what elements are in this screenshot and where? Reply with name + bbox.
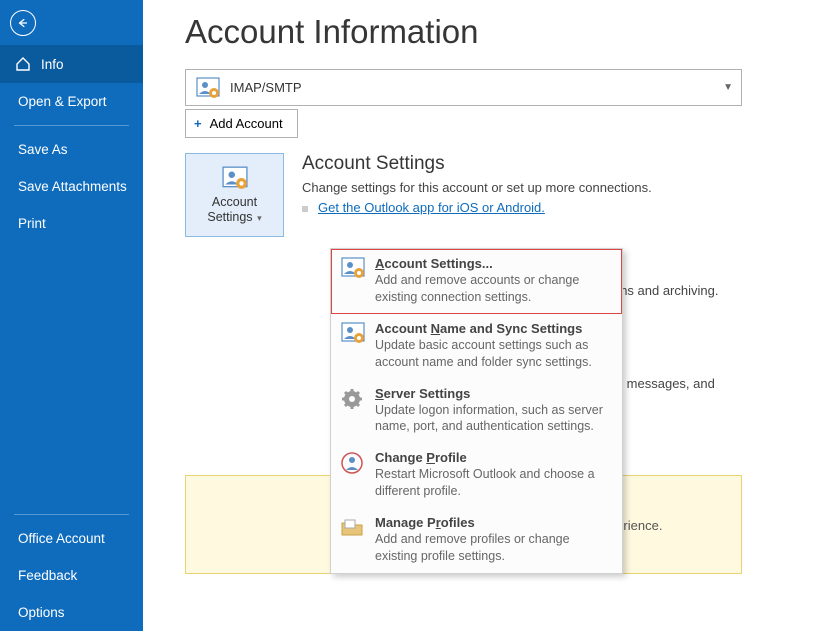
sidebar-divider	[14, 125, 129, 126]
account-selector-value: IMAP/SMTP	[230, 80, 302, 95]
menu-item-description: Update basic account settings such as ac…	[375, 337, 612, 371]
menu-item-text: Change Profile Restart Microsoft Outlook…	[375, 450, 612, 500]
sidebar-item-label: Options	[18, 605, 65, 620]
back-arrow-icon	[16, 16, 30, 30]
sidebar-item-options[interactable]: Options	[0, 594, 143, 631]
account-selector-dropdown[interactable]: IMAP/SMTP ▼	[185, 69, 742, 106]
sidebar-item-open-export[interactable]: Open & Export	[0, 83, 143, 120]
sidebar-divider	[14, 514, 129, 515]
sidebar-spacer	[0, 242, 143, 504]
menu-item-title: Manage Profiles	[375, 515, 612, 530]
section-description: Change settings for this account or set …	[302, 179, 742, 197]
plus-icon: +	[194, 116, 202, 131]
menu-item-description: Add and remove profiles or change existi…	[375, 531, 612, 565]
person-gear-icon	[339, 321, 365, 347]
menu-item-title: Change Profile	[375, 450, 612, 465]
menu-item-title: Account Name and Sync Settings	[375, 321, 612, 336]
section-heading: Account Settings	[302, 153, 742, 175]
account-settings-section: Account Settings ▾ Account Settings Chan…	[185, 153, 742, 237]
sidebar-item-label: Info	[41, 57, 64, 72]
add-account-label: Add Account	[210, 116, 283, 131]
link-row: Get the Outlook app for iOS or Android.	[302, 200, 742, 215]
chevron-down-icon: ▾	[255, 213, 262, 223]
bullet-icon	[302, 206, 308, 212]
swap-icon	[339, 450, 365, 476]
chevron-down-icon: ▼	[723, 82, 733, 93]
sidebar-item-save-attachments[interactable]: Save Attachments	[0, 168, 143, 205]
person-gear-icon	[219, 165, 251, 191]
menu-item-description: Update logon information, such as server…	[375, 402, 612, 436]
menu-item-text: Manage Profiles Add and remove profiles …	[375, 515, 612, 565]
sidebar-item-print[interactable]: Print	[0, 205, 143, 242]
sidebar-item-label: Save As	[18, 142, 68, 157]
back-header	[0, 0, 143, 45]
sidebar-item-feedback[interactable]: Feedback	[0, 557, 143, 594]
menu-item-description: Restart Microsoft Outlook and choose a d…	[375, 466, 612, 500]
menu-item-1[interactable]: Account Name and Sync Settings Update ba…	[331, 314, 622, 379]
menu-item-4[interactable]: Manage Profiles Add and remove profiles …	[331, 508, 622, 573]
account-settings-menu: Account Settings... Add and remove accou…	[330, 248, 623, 574]
menu-item-0[interactable]: Account Settings... Add and remove accou…	[331, 249, 622, 314]
sidebar-item-label: Open & Export	[18, 94, 107, 109]
menu-item-text: Server Settings Update logon information…	[375, 386, 612, 436]
sidebar-item-label: Office Account	[18, 531, 105, 546]
account-settings-text: Account Settings Change settings for thi…	[302, 153, 742, 237]
menu-item-text: Account Name and Sync Settings Update ba…	[375, 321, 612, 371]
gear-icon	[339, 386, 365, 412]
sidebar-item-label: Print	[18, 216, 46, 231]
sidebar-item-label: Save Attachments	[18, 179, 127, 194]
page-title: Account Information	[185, 0, 821, 69]
button-label: Account Settings ▾	[207, 195, 261, 225]
get-outlook-app-link[interactable]: Get the Outlook app for iOS or Android.	[318, 200, 545, 215]
sidebar-item-info[interactable]: Info	[0, 45, 143, 83]
main-content: Account Information IMAP/SMTP ▼ + Add Ac…	[143, 0, 821, 631]
menu-item-text: Account Settings... Add and remove accou…	[375, 256, 612, 306]
menu-item-3[interactable]: Change Profile Restart Microsoft Outlook…	[331, 443, 622, 508]
account-icon	[194, 76, 222, 100]
menu-item-title: Server Settings	[375, 386, 612, 401]
sidebar-nav-top: Info Open & Export Save As Save Attachme…	[0, 45, 143, 242]
back-button[interactable]	[10, 10, 36, 36]
home-icon	[15, 56, 31, 72]
person-gear-icon	[339, 256, 365, 282]
menu-item-description: Add and remove accounts or change existi…	[375, 272, 612, 306]
menu-item-2[interactable]: Server Settings Update logon information…	[331, 379, 622, 444]
account-settings-button[interactable]: Account Settings ▾	[185, 153, 284, 237]
backstage-sidebar: Info Open & Export Save As Save Attachme…	[0, 0, 143, 631]
folder-icon	[339, 515, 365, 541]
sidebar-item-label: Feedback	[18, 568, 77, 583]
sidebar-item-save-as[interactable]: Save As	[0, 131, 143, 168]
sidebar-item-office-account[interactable]: Office Account	[0, 520, 143, 557]
menu-item-title: Account Settings...	[375, 256, 612, 271]
sidebar-nav-bottom: Office Account Feedback Options	[0, 504, 143, 631]
add-account-button[interactable]: + Add Account	[185, 109, 298, 138]
